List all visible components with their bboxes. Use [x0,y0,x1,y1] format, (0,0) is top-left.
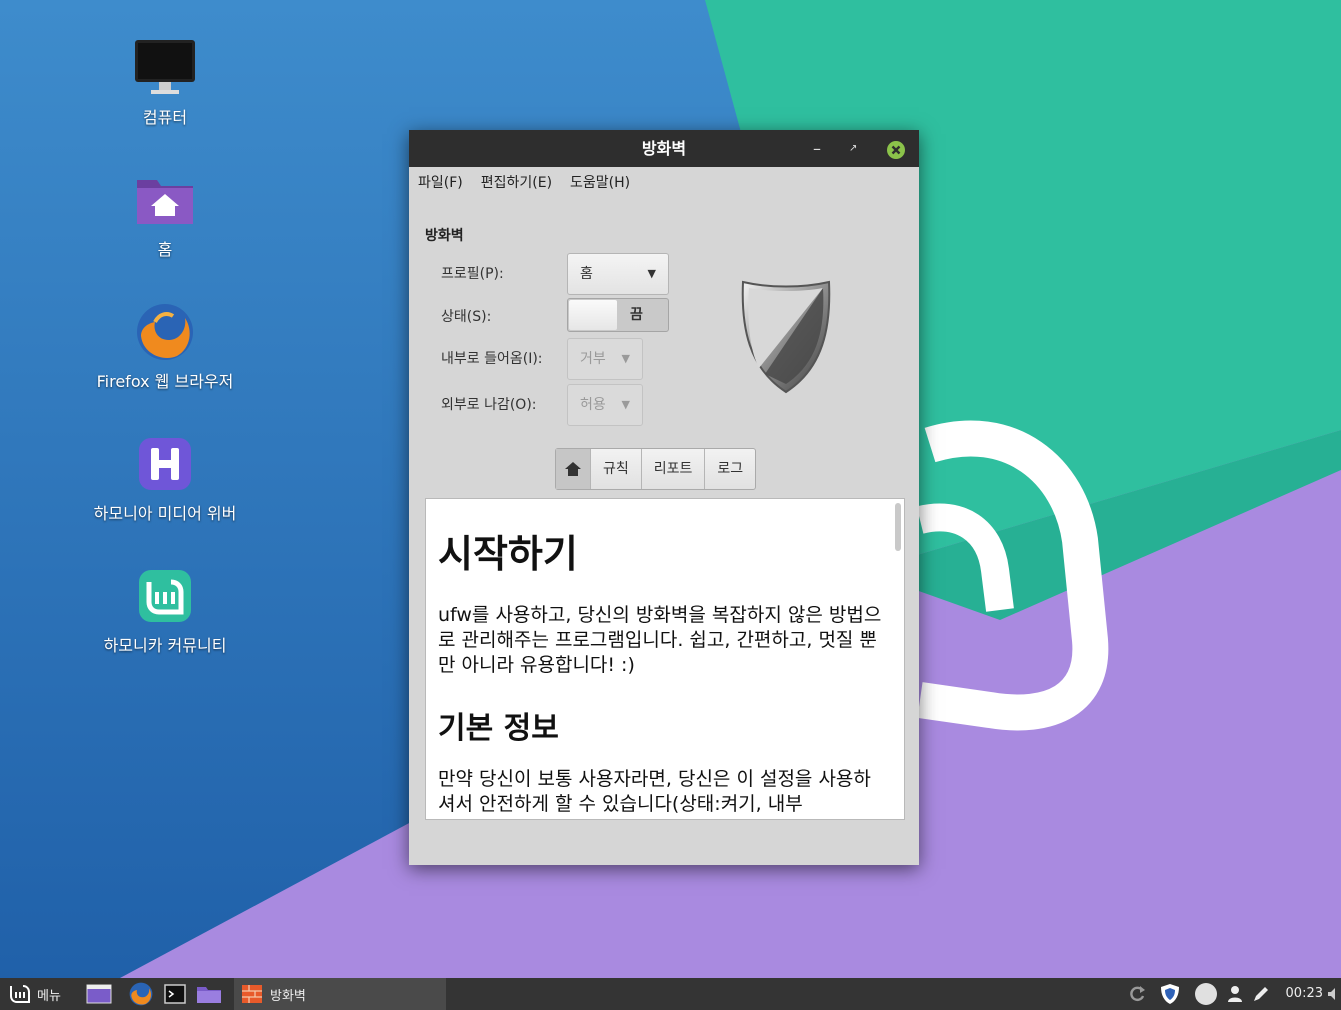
profile-value: 홈 [580,266,593,282]
minimize-button[interactable]: – [813,130,821,167]
view-tabs: 규칙 리포트 로그 [555,448,757,490]
speaker-icon [1328,988,1335,1000]
user-tray[interactable] [1226,978,1244,1010]
heading-getting-started: 시작하기 [438,532,578,576]
taskbar: 메뉴 방화벽 00:23 [0,978,1341,1010]
chevron-down-icon: ▼ [647,267,656,280]
status-value: 끔 [630,307,643,323]
info-panel[interactable]: 시작하기 ufw를 사용하고, 당신의 방화벽을 복잡하지 않은 방법으로 관리… [425,498,905,820]
window-titlebar[interactable]: 방화벽 – ↗ [409,130,919,167]
shield-icon [1161,984,1179,1004]
desktop-icon-harmonia[interactable]: 하모니아 미디어 위버 [85,432,245,524]
show-desktop-icon [86,984,112,1004]
intro-paragraph: ufw를 사용하고, 당신의 방화벽을 복잡하지 않은 방법으로 관리해주는 프… [438,604,882,676]
hamonikr-logo-icon [139,570,191,622]
incoming-dropdown[interactable]: 거부 ▼ [567,338,643,380]
tab-home[interactable] [556,449,591,489]
maximize-button[interactable]: ↗ [849,130,857,167]
close-icon [887,140,905,159]
clock[interactable]: 00:23 [1286,978,1323,1010]
firefox-launcher[interactable] [128,978,154,1010]
chevron-down-icon: ▼ [621,398,630,411]
menu-bar: 파일(F) 편집하기(E) 도움말(H) [409,167,919,197]
menu-label: 메뉴 [37,988,61,1004]
firefox-icon [129,982,153,1006]
outgoing-label: 외부로 나감(O): [441,397,537,413]
basic-info-paragraph: 만약 당신이 보통 사용자라면, 당신은 이 설정을 사용하셔서 안전하게 할 … [438,768,871,815]
window-title: 방화벽 [641,139,687,158]
section-title: 방화벽 [425,228,464,244]
desktop-icon-label: 하모니아 미디어 위버 [93,504,237,523]
circle-status-icon [1195,983,1217,1005]
menu-button[interactable]: 메뉴 [8,978,61,1010]
tab-log[interactable]: 로그 [705,449,755,489]
shield-tray[interactable] [1160,978,1180,1010]
update-manager-tray[interactable] [1128,978,1146,1010]
home-icon [565,462,581,476]
desktop-icon-home[interactable]: 홈 [85,168,245,260]
taskbar-window-firewall[interactable]: 방화벽 [234,978,446,1010]
outgoing-value: 허용 [580,397,606,413]
outgoing-dropdown[interactable]: 허용 ▼ [567,384,643,426]
menu-file[interactable]: 파일(F) [418,172,463,192]
status-label: 상태(S): [441,309,492,325]
network-tray[interactable] [1252,978,1270,1010]
firewall-brick-icon [242,985,262,1003]
status-tray[interactable] [1194,978,1218,1010]
shield-icon [741,280,831,394]
desktop-icon-computer[interactable]: 컴퓨터 [85,36,245,128]
terminal-launcher[interactable] [164,978,186,1010]
user-icon [1228,986,1242,1002]
volume-tray[interactable] [1328,978,1338,1010]
monitor-icon [135,40,195,94]
status-toggle[interactable]: 끔 [567,298,669,332]
terminal-icon [164,984,186,1004]
folder-icon [197,987,221,1003]
incoming-label: 내부로 들어옴(I): [441,351,543,367]
home-folder-icon [137,180,193,224]
refresh-icon [1130,986,1145,1002]
desktop-icon-label: 하모니카 커뮤니티 [103,636,227,655]
scrollbar[interactable] [895,503,901,551]
incoming-value: 거부 [580,351,606,367]
taskbar-window-label: 방화벽 [270,988,306,1004]
firefox-icon [137,304,193,360]
close-button[interactable] [887,130,905,167]
menu-edit[interactable]: 편집하기(E) [481,172,552,192]
pen-icon [1254,987,1268,1001]
tab-report[interactable]: 리포트 [642,449,706,489]
toggle-knob [569,300,617,330]
desktop-icon-firefox[interactable]: Firefox 웹 브라우저 [85,300,245,392]
firewall-window: 방화벽 – ↗ 파일(F) 편집하기(E) 도움말(H) 방화벽 프로필(P):… [409,130,919,865]
heading-basic-info: 기본 정보 [438,711,559,746]
profile-label: 프로필(P): [441,266,504,282]
files-launcher[interactable] [196,978,222,1010]
show-desktop-button[interactable] [86,978,112,1010]
profile-dropdown[interactable]: 홈 ▼ [567,253,669,295]
desktop-icon-label: Firefox 웹 브라우저 [96,372,234,391]
desktop-icon-hamonikr-community[interactable]: 하모니카 커뮤니티 [85,564,245,656]
desktop-icon-label: 홈 [157,240,173,259]
tab-rules[interactable]: 규칙 [591,449,642,489]
desktop-icon-label: 컴퓨터 [142,108,188,127]
menu-help[interactable]: 도움말(H) [570,172,630,192]
hamonikr-menu-icon [10,985,30,1003]
chevron-down-icon: ▼ [621,352,630,365]
harmonia-h-icon [139,438,191,490]
